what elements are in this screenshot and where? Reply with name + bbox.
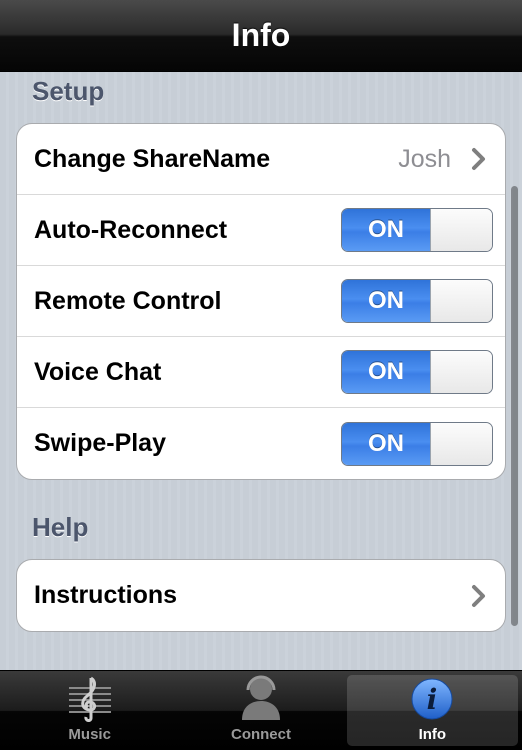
- toggle-on-label: ON: [342, 422, 430, 465]
- section-header-setup: Setup: [32, 76, 105, 106]
- sharename-value: Josh: [398, 144, 451, 173]
- swipe-play-cell: Swipe-Play ON: [17, 408, 505, 479]
- auto-reconnect-label: Auto-Reconnect: [34, 215, 228, 244]
- navigation-bar: Info: [0, 0, 522, 72]
- people-icon: [234, 674, 288, 722]
- tab-music[interactable]: Music: [4, 675, 175, 746]
- voice-chat-cell: Voice Chat ON: [17, 337, 505, 408]
- change-sharename-cell[interactable]: Change ShareName Josh: [17, 124, 505, 195]
- toggle-on-label: ON: [342, 209, 430, 251]
- tab-label: Info: [418, 726, 447, 743]
- tab-info[interactable]: i Info: [346, 675, 518, 746]
- toggle-knob: [430, 280, 492, 322]
- help-group: Instructions: [16, 559, 506, 632]
- remote-control-label: Remote Control: [34, 286, 222, 315]
- tab-connect[interactable]: Connect: [175, 675, 346, 746]
- auto-reconnect-cell: Auto-Reconnect ON: [17, 195, 505, 266]
- toggle-on-label: ON: [342, 280, 430, 322]
- swipe-play-toggle[interactable]: ON: [341, 421, 493, 466]
- section-header-help: Help: [32, 512, 89, 542]
- voice-chat-toggle[interactable]: ON: [341, 350, 493, 394]
- toggle-knob: [430, 422, 492, 465]
- remote-control-toggle[interactable]: ON: [341, 279, 493, 323]
- music-note-icon: [63, 674, 117, 722]
- info-icon: i: [405, 675, 459, 722]
- setup-group: Change ShareName Josh Auto-Reconnect ON …: [16, 123, 506, 480]
- chevron-right-icon: [465, 145, 493, 173]
- remote-control-cell: Remote Control ON: [17, 266, 505, 337]
- vertical-scrollbar[interactable]: [511, 186, 518, 626]
- instructions-cell[interactable]: Instructions: [17, 560, 505, 631]
- tab-label: Connect: [230, 726, 291, 743]
- instructions-label: Instructions: [34, 581, 178, 609]
- change-sharename-label: Change ShareName: [34, 144, 271, 173]
- auto-reconnect-toggle[interactable]: ON: [341, 208, 493, 252]
- toggle-knob: [430, 351, 492, 393]
- chevron-right-icon: [465, 582, 493, 610]
- tab-label: Music: [68, 726, 111, 743]
- swipe-play-label: Swipe-Play: [34, 429, 166, 457]
- svg-text:i: i: [427, 683, 438, 716]
- voice-chat-label: Voice Chat: [34, 357, 162, 386]
- page-title: Info: [231, 17, 291, 53]
- toggle-on-label: ON: [342, 351, 430, 393]
- tab-bar: Music Connect i Info: [0, 670, 522, 750]
- toggle-knob: [430, 209, 492, 251]
- settings-content[interactable]: Setup Change ShareName Josh Auto-Reconne…: [0, 72, 522, 670]
